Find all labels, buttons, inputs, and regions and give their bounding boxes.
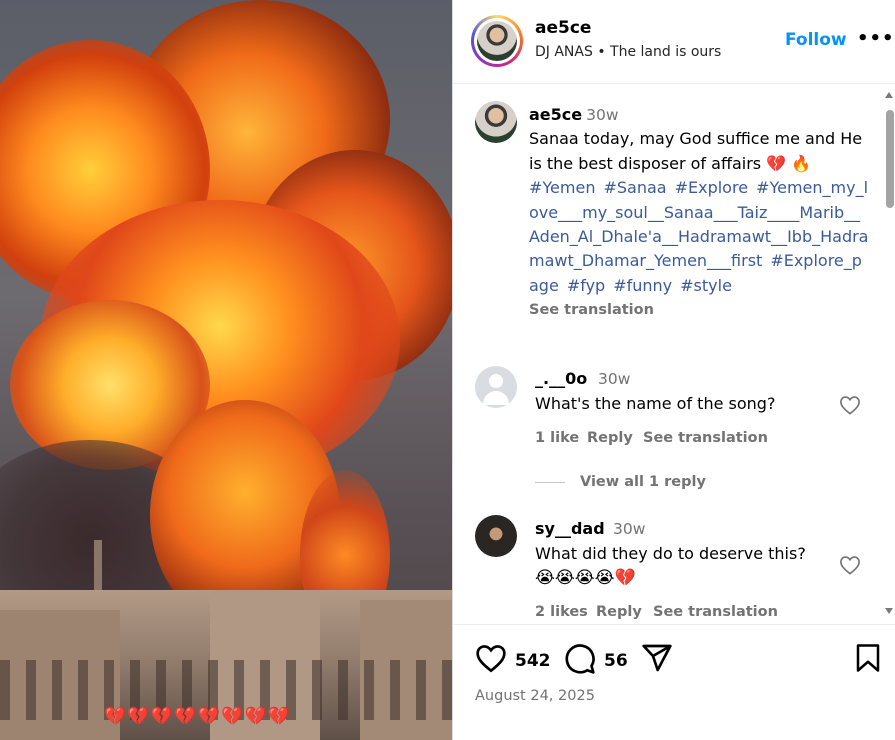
comment-icon[interactable] xyxy=(564,643,596,675)
like-count[interactable]: 542 xyxy=(515,651,551,671)
comment-text: What did they do to deserve this? xyxy=(535,544,806,563)
hashtag[interactable]: #style xyxy=(680,276,732,295)
avatar-body xyxy=(483,391,509,405)
comment-reply[interactable]: Reply xyxy=(587,430,633,446)
comment-likes[interactable]: 2 likes xyxy=(535,604,588,620)
comment-count[interactable]: 56 xyxy=(604,651,628,671)
hashtag[interactable]: #Explore xyxy=(675,178,748,197)
default-avatar-icon[interactable] xyxy=(475,366,517,408)
avatar-border xyxy=(474,18,520,64)
comment-username[interactable]: _.__0o xyxy=(535,369,587,388)
comment-time: 30w xyxy=(598,370,631,388)
comment-see-translation[interactable]: See translation xyxy=(643,430,768,446)
comment-text: What's the name of the song? xyxy=(535,394,776,413)
hashtag[interactable]: #fyp xyxy=(567,276,605,295)
avatar-head xyxy=(489,374,503,388)
author-username[interactable]: ae5ce xyxy=(535,18,591,38)
bookmark-icon[interactable] xyxy=(855,643,881,673)
author-avatar[interactable] xyxy=(471,15,523,67)
scroll-down-arrow[interactable] xyxy=(885,608,893,614)
hashtag[interactable]: #funny xyxy=(613,276,672,295)
caption-see-translation[interactable]: See translation xyxy=(529,298,869,322)
caption-username[interactable]: ae5ce xyxy=(529,105,582,124)
replies-divider xyxy=(535,482,565,483)
view-replies[interactable]: View all 1 reply xyxy=(580,474,706,490)
more-icon[interactable]: ••• xyxy=(857,28,895,49)
small-heart-icon[interactable] xyxy=(839,555,861,575)
scroll-up-arrow[interactable] xyxy=(885,92,893,98)
share-icon[interactable] xyxy=(641,643,673,673)
comment-emoji: 😭😭😭😭💔 xyxy=(535,568,636,588)
hashtag[interactable]: #Sanaa xyxy=(603,178,666,197)
caption: ae5ce 30w Sanaa today, may God suffice me… xyxy=(529,103,869,323)
video-overlay-text: 💔💔💔💔💔💔💔💔 xyxy=(104,706,292,727)
comment-time: 30w xyxy=(613,520,646,538)
commenter-avatar[interactable] xyxy=(475,515,517,557)
post-header: ae5ce DJ ANAS • The land is ours Follow … xyxy=(453,0,895,84)
comment-username[interactable]: sy__dad xyxy=(535,519,605,538)
comments-section[interactable]: ae5ce 30w Sanaa today, may God suffice me… xyxy=(453,85,895,623)
audio-attribution[interactable]: DJ ANAS • The land is ours xyxy=(535,44,721,60)
caption-avatar[interactable] xyxy=(475,101,517,143)
follow-button[interactable]: Follow xyxy=(785,30,847,50)
post-date[interactable]: August 24, 2025 xyxy=(475,688,595,704)
heart-icon[interactable] xyxy=(475,643,507,673)
caption-time: 30w xyxy=(586,106,619,124)
small-heart-icon[interactable] xyxy=(839,395,861,415)
post-video[interactable]: 💔💔💔💔💔💔💔💔 xyxy=(0,0,452,740)
avatar-image xyxy=(477,21,517,61)
comment-reply[interactable]: Reply xyxy=(596,604,642,620)
post-side-panel: ae5ce DJ ANAS • The land is ours Follow … xyxy=(452,0,895,740)
caption-text: Sanaa today, may God suffice me and He i… xyxy=(529,129,863,173)
comment-likes[interactable]: 1 like xyxy=(535,430,579,446)
comment-see-translation[interactable]: See translation xyxy=(653,604,778,620)
hashtag[interactable]: #Yemen xyxy=(529,178,595,197)
scrollbar-thumb[interactable] xyxy=(886,110,894,208)
post-actions: 542 56 August 24, 2025 xyxy=(453,624,895,740)
